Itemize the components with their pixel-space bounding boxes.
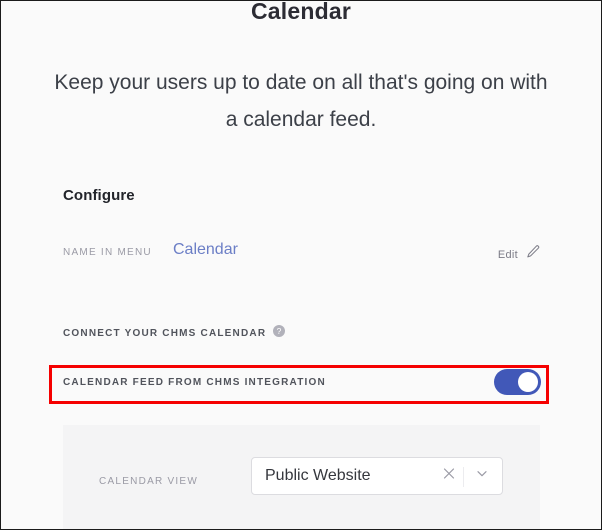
app-frame: Calendar Keep your users up to date on a… — [0, 0, 602, 530]
page-subtitle: Keep your users up to date on all that's… — [54, 71, 548, 131]
name-in-menu-row: NAME IN MENU Calendar Edit — [63, 241, 541, 267]
edit-button-label: Edit — [497, 248, 518, 261]
calendar-view-select[interactable]: Public Website — [251, 457, 503, 495]
configure-heading: Configure — [63, 187, 135, 204]
calendar-feed-row: CALENDAR FEED FROM CHMS INTEGRATION — [63, 369, 541, 399]
connect-chms-row: CONNECT YOUR CHMS CALENDAR ? — [63, 324, 286, 342]
edit-button[interactable]: Edit — [498, 244, 541, 265]
calendar-view-value: Public Website — [265, 467, 371, 484]
name-in-menu-label: NAME IN MENU — [63, 247, 152, 258]
page-title: Calendar — [250, 0, 352, 24]
select-divider — [463, 467, 464, 487]
chevron-down-icon[interactable] — [475, 467, 489, 486]
name-in-menu-value: Calendar — [173, 241, 238, 258]
toggle-knob — [518, 372, 538, 392]
pencil-icon — [525, 244, 541, 265]
help-circle-icon[interactable]: ? — [273, 324, 286, 342]
svg-text:?: ? — [277, 326, 282, 336]
calendar-feed-toggle[interactable] — [494, 369, 541, 395]
connect-chms-label: CONNECT YOUR CHMS CALENDAR — [63, 327, 267, 339]
close-icon[interactable] — [442, 467, 456, 486]
calendar-view-panel: CALENDAR VIEW Public Website — [63, 425, 540, 529]
calendar-view-label: CALENDAR VIEW — [99, 476, 199, 487]
calendar-feed-label: CALENDAR FEED FROM CHMS INTEGRATION — [63, 377, 326, 388]
